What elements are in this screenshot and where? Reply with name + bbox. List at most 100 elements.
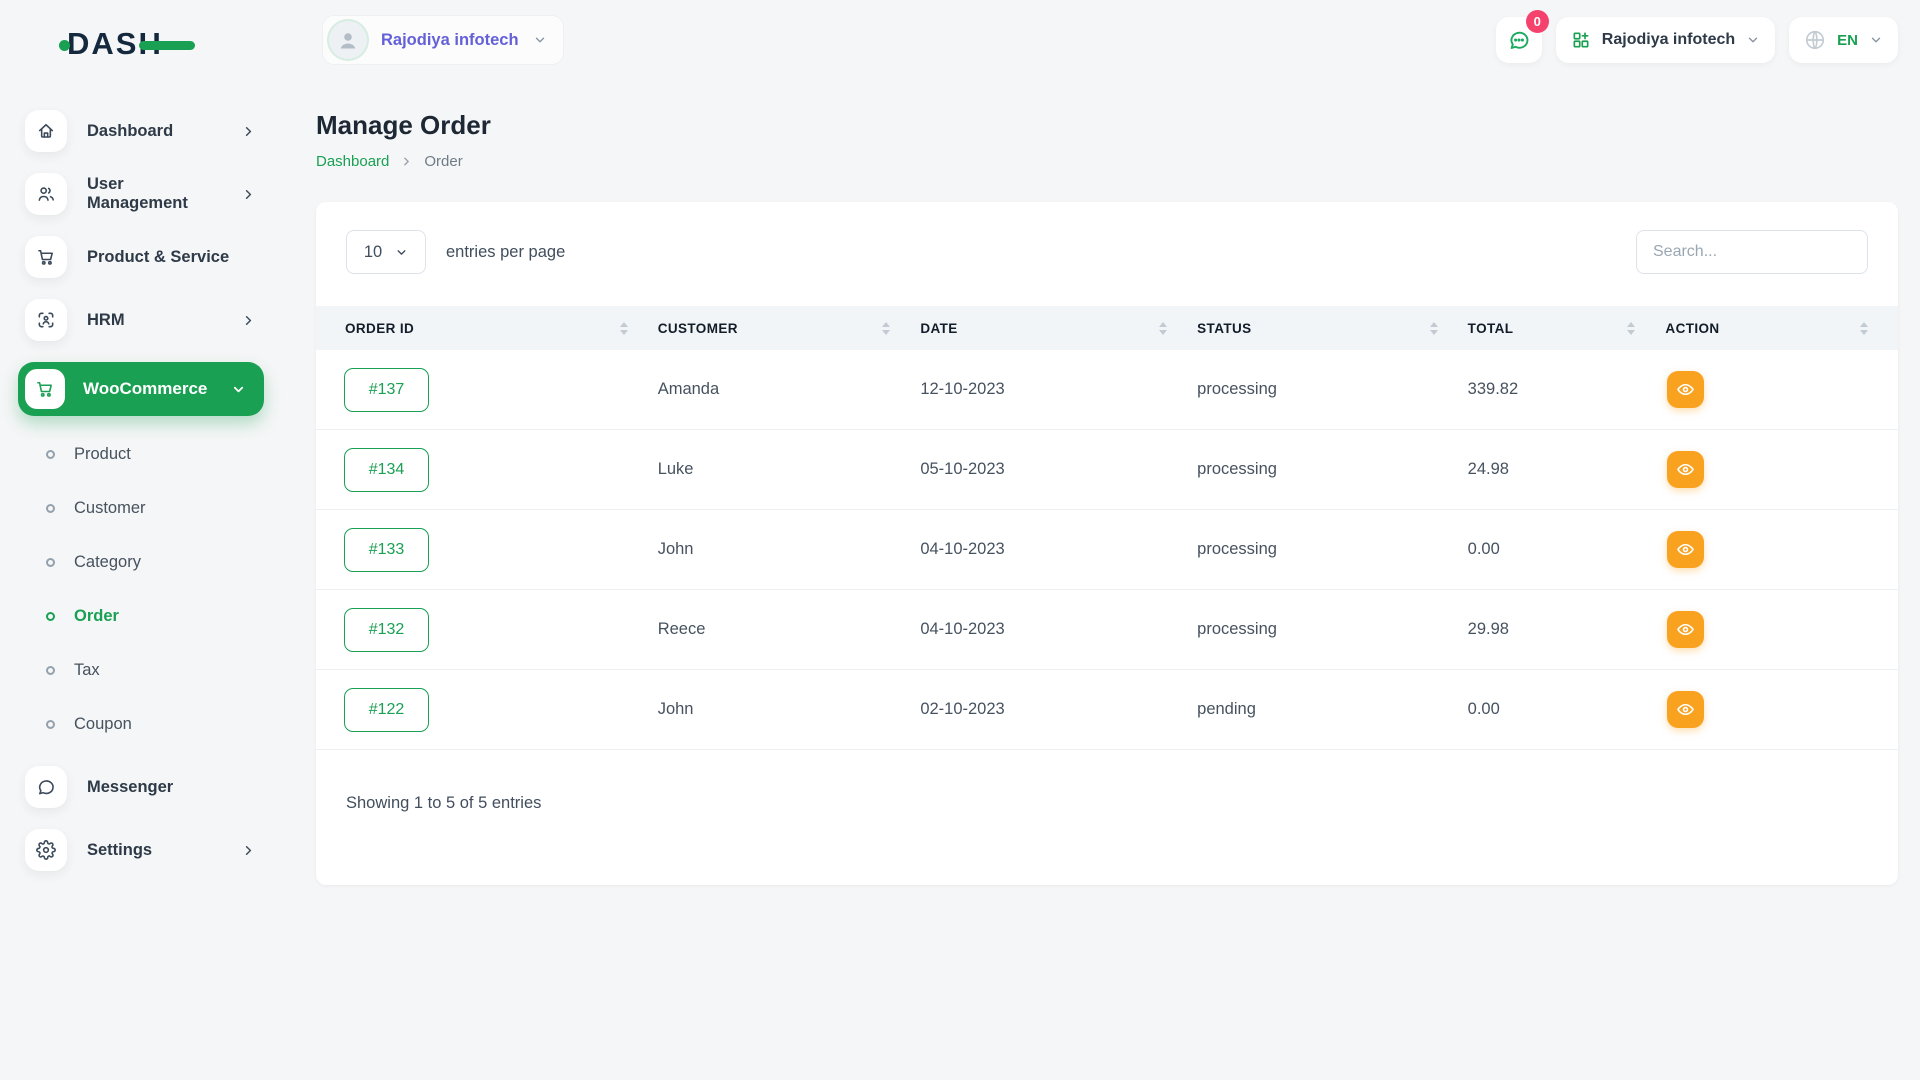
topbar: Rajodiya infotech 0 Rajodiya infotech <box>284 0 1920 80</box>
cell-date: 04-10-2023 <box>920 620 1197 639</box>
bullet-icon <box>46 666 55 675</box>
table-row: #133John04-10-2023processing0.00 <box>316 510 1898 590</box>
globe-icon <box>1804 29 1826 51</box>
cart-icon <box>25 369 65 409</box>
cell-status: processing <box>1197 620 1468 639</box>
chat-dots-icon <box>1507 28 1531 52</box>
grid-plus-icon <box>1571 30 1591 50</box>
view-order-button[interactable] <box>1667 611 1704 648</box>
avatar <box>329 21 367 59</box>
app-logo[interactable]: DASH <box>67 26 163 62</box>
chevron-down-icon <box>533 33 547 47</box>
cell-date: 04-10-2023 <box>920 540 1197 559</box>
chevron-right-icon <box>241 843 256 858</box>
chevron-down-icon <box>1869 33 1883 47</box>
cell-order-id: #133 <box>316 528 658 572</box>
cell-customer: Reece <box>658 620 921 639</box>
messages-button[interactable]: 0 <box>1496 17 1542 63</box>
sidebar-item-product-service[interactable]: Product & Service <box>25 236 264 278</box>
sidebar-subitem-label: Category <box>74 553 141 572</box>
workspace-dropdown[interactable]: Rajodiya infotech <box>322 15 564 65</box>
sidebar-subitem-coupon[interactable]: Coupon <box>25 712 264 736</box>
column-header-label: ORDER ID <box>316 321 414 336</box>
home-icon <box>25 110 67 152</box>
sort-icon[interactable] <box>1430 322 1438 335</box>
chevron-right-icon <box>241 124 256 139</box>
sidebar-item-messenger[interactable]: Messenger <box>25 766 264 808</box>
language-label: EN <box>1837 32 1858 49</box>
column-header-label: CUSTOMER <box>658 321 738 336</box>
sidebar-item-woocommerce[interactable]: WooCommerce <box>18 362 264 416</box>
bullet-icon <box>46 558 55 567</box>
order-id-link[interactable]: #137 <box>344 368 429 412</box>
sort-icon[interactable] <box>1159 322 1167 335</box>
sidebar-item-label: WooCommerce <box>83 379 207 399</box>
sidebar: DASH Dashboard User Management Product & S… <box>0 0 284 1080</box>
cell-action <box>1665 531 1898 568</box>
sidebar-item-label: Messenger <box>87 778 173 797</box>
bullet-icon <box>46 612 55 621</box>
breadcrumb-current: Order <box>424 153 462 170</box>
column-header-label: ACTION <box>1665 321 1719 336</box>
sidebar-subitem-product[interactable]: Product <box>25 442 264 466</box>
table-row: #134Luke05-10-2023processing24.98 <box>316 430 1898 510</box>
table-row: #137Amanda12-10-2023processing339.82 <box>316 350 1898 430</box>
sidebar-item-dashboard[interactable]: Dashboard <box>25 110 264 152</box>
sort-icon[interactable] <box>1627 322 1635 335</box>
chevron-down-icon <box>1746 33 1760 47</box>
language-dropdown[interactable]: EN <box>1789 17 1898 63</box>
view-order-button[interactable] <box>1667 371 1704 408</box>
cell-total: 0.00 <box>1468 700 1666 719</box>
cell-date: 12-10-2023 <box>920 380 1197 399</box>
sidebar-subitem-category[interactable]: Category <box>25 550 264 574</box>
view-order-button[interactable] <box>1667 531 1704 568</box>
company-dropdown[interactable]: Rajodiya infotech <box>1556 17 1775 63</box>
bullet-icon <box>46 720 55 729</box>
order-id-link[interactable]: #122 <box>344 688 429 732</box>
sort-icon[interactable] <box>882 322 890 335</box>
sidebar-subitem-order[interactable]: Order <box>25 604 264 628</box>
table-row: #132 Reece04-10-2023processing29.98 <box>316 590 1898 670</box>
cell-date: 02-10-2023 <box>920 700 1197 719</box>
sidebar-submenu: Product Customer Category Order Tax Coupon <box>25 442 264 736</box>
sidebar-nav: Dashboard User Management Product & Servic… <box>25 110 264 871</box>
cell-customer: John <box>658 540 921 559</box>
chevron-down-icon <box>395 246 408 259</box>
order-id-link[interactable]: #134 <box>344 448 429 492</box>
search-input[interactable] <box>1636 230 1868 274</box>
column-header-date[interactable]: DATE <box>920 321 1197 336</box>
cell-order-id: #134 <box>316 448 658 492</box>
logo-dash-icon <box>139 41 195 50</box>
sidebar-item-settings[interactable]: Settings <box>25 829 264 871</box>
breadcrumb-dashboard-link[interactable]: Dashboard <box>316 153 389 170</box>
sidebar-item-user-management[interactable]: User Management <box>25 173 264 215</box>
column-header-status[interactable]: STATUS <box>1197 321 1468 336</box>
column-header-total[interactable]: TOTAL <box>1468 321 1666 336</box>
cell-action <box>1665 611 1898 648</box>
entries-per-page-value: 10 <box>364 243 382 262</box>
column-header-customer[interactable]: CUSTOMER <box>658 321 921 336</box>
sidebar-item-label: Product & Service <box>87 248 229 267</box>
view-order-button[interactable] <box>1667 451 1704 488</box>
sort-icon[interactable] <box>620 322 628 335</box>
entries-per-page-select[interactable]: 10 <box>346 230 426 274</box>
chat-icon <box>25 766 67 808</box>
table-row: #122John02-10-2023pending0.00 <box>316 670 1898 750</box>
table-controls: 10 entries per page <box>316 202 1898 306</box>
cell-status: processing <box>1197 540 1468 559</box>
table-body: #137Amanda12-10-2023processing339.82#134… <box>316 350 1898 750</box>
view-order-button[interactable] <box>1667 691 1704 728</box>
order-id-link[interactable]: #133 <box>344 528 429 572</box>
table-summary: Showing 1 to 5 of 5 entries <box>316 750 1898 813</box>
page-title: Manage Order <box>316 110 1898 141</box>
column-header-order-id[interactable]: ORDER ID <box>316 321 658 336</box>
column-header-action[interactable]: ACTION <box>1665 321 1898 336</box>
company-name: Rajodiya infotech <box>1602 31 1735 49</box>
order-id-link[interactable]: #132 <box>344 608 429 652</box>
sidebar-subitem-customer[interactable]: Customer <box>25 496 264 520</box>
sidebar-subitem-tax[interactable]: Tax <box>25 658 264 682</box>
column-header-label: DATE <box>920 321 957 336</box>
cell-total: 29.98 <box>1468 620 1666 639</box>
sidebar-item-hrm[interactable]: HRM <box>25 299 264 341</box>
sort-icon[interactable] <box>1860 322 1868 335</box>
